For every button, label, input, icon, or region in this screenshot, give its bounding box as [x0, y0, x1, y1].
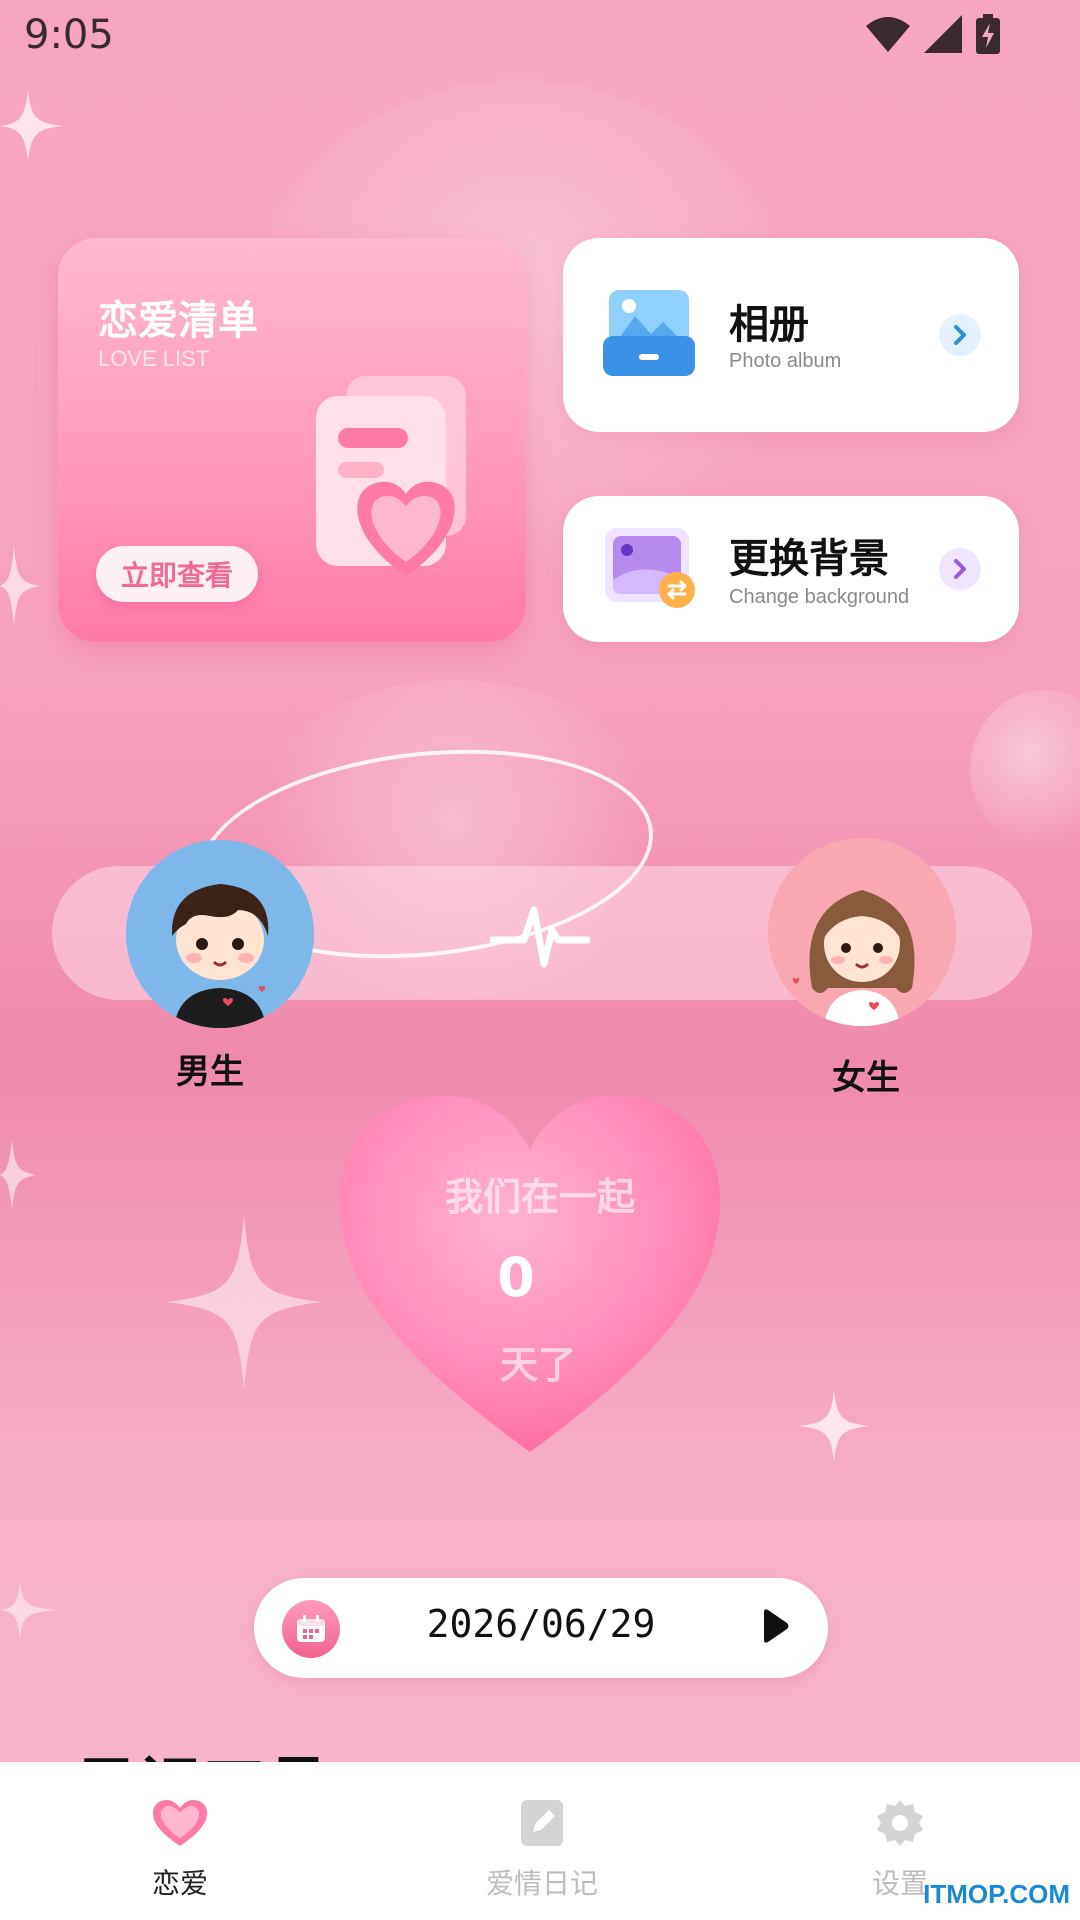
sparkle-icon	[0, 546, 40, 626]
background-heart-bubble-right	[970, 690, 1080, 850]
nav-label-love: 恋爱	[151, 1867, 208, 1900]
photo-album-icon	[603, 290, 695, 376]
sparkle-icon	[798, 1390, 870, 1462]
chevron-right-icon	[954, 325, 966, 345]
change-background-title: 更换背景	[729, 536, 889, 582]
battery-charging-icon	[976, 14, 1000, 54]
view-now-button[interactable]: 立即查看	[96, 546, 258, 602]
boy-character-icon	[171, 884, 269, 1028]
status-time: 9:05	[24, 12, 114, 58]
girl-avatar[interactable]	[768, 838, 956, 1026]
girl-character-icon	[792, 890, 915, 1026]
days-suffix-label: 天了	[499, 1343, 576, 1387]
bottom-nav: 恋爱 爱情日记 设置 ITMOP.COM	[0, 1762, 1080, 1920]
change-background-icon	[605, 528, 695, 608]
love-list-title: 恋爱清单	[98, 298, 258, 344]
chevron-right-icon	[954, 559, 966, 579]
heart-icon	[153, 1800, 207, 1846]
sparkle-icon	[0, 1580, 60, 1640]
love-list-document-heart-icon	[316, 376, 466, 576]
photo-album-chevron-button[interactable]	[939, 314, 981, 356]
date-value: 2026/06/29	[426, 1602, 656, 1646]
change-background-chevron-button[interactable]	[939, 548, 981, 590]
love-list-card[interactable]: 恋爱清单 LOVE LIST 立即查看	[58, 238, 526, 642]
girl-label: 女生	[832, 1058, 900, 1098]
nav-item-diary[interactable]: 爱情日记	[392, 1762, 692, 1920]
play-icon[interactable]	[760, 1608, 790, 1644]
gear-icon	[877, 1800, 923, 1846]
diary-icon	[521, 1800, 563, 1846]
watermark: ITMOP.COM	[923, 1879, 1070, 1909]
nav-label-diary: 爱情日记	[485, 1867, 598, 1900]
change-background-card[interactable]: 更换背景 Change background	[563, 496, 1019, 642]
together-days-count: 0	[497, 1246, 535, 1309]
heartbeat-icon	[490, 906, 590, 968]
together-label: 我们在一起	[444, 1175, 635, 1219]
photo-album-card[interactable]: 相册 Photo album	[563, 238, 1019, 432]
wifi-icon	[866, 17, 910, 52]
boy-label: 男生	[176, 1052, 244, 1092]
change-background-subtitle: Change background	[729, 586, 910, 608]
boy-avatar[interactable]	[126, 840, 314, 1028]
sparkle-icon	[0, 90, 64, 162]
status-bar: 9:05	[0, 0, 1080, 70]
photo-album-title: 相册	[729, 302, 809, 348]
photo-album-subtitle: Photo album	[729, 350, 842, 372]
status-icons	[866, 14, 1000, 54]
date-picker[interactable]: 2026/06/29	[254, 1578, 828, 1678]
nav-item-love[interactable]: 恋爱	[30, 1762, 330, 1920]
love-list-subtitle: LOVE LIST	[98, 346, 210, 371]
signal-icon	[924, 15, 962, 53]
